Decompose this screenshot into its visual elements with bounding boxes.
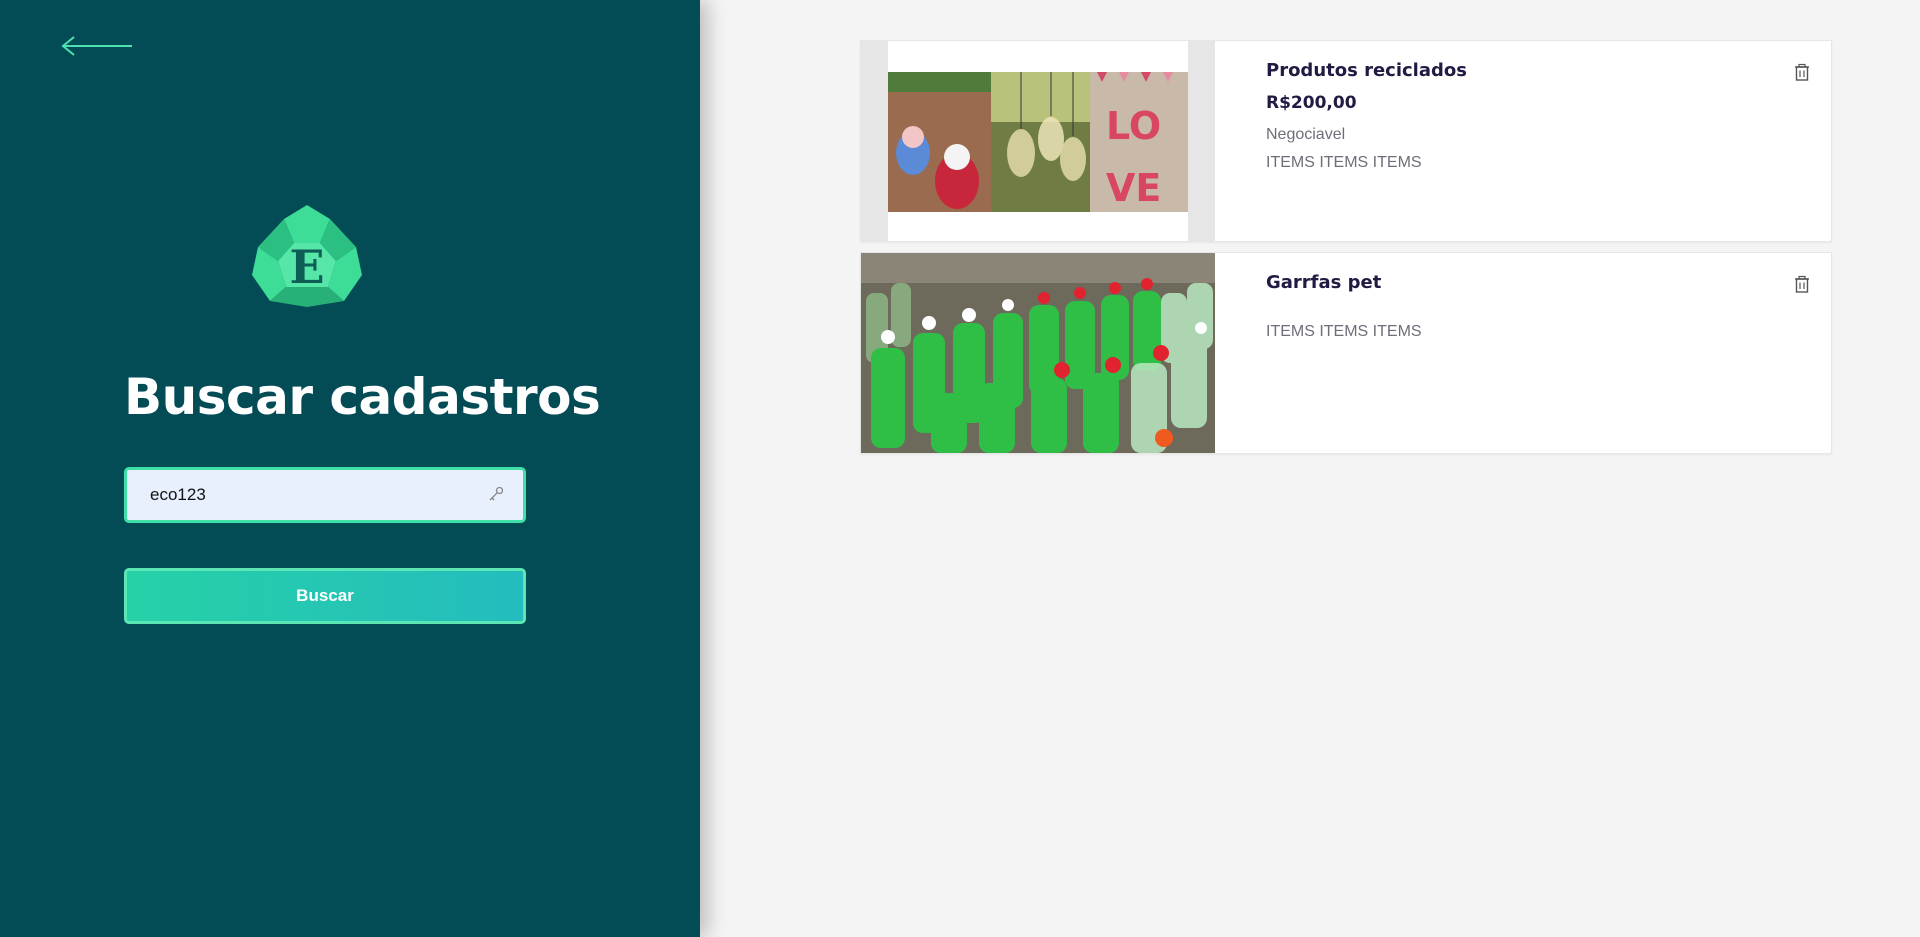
page-title: Buscar cadastros: [124, 368, 601, 426]
trash-icon[interactable]: [1793, 275, 1811, 295]
svg-text:LO: LO: [1106, 104, 1161, 148]
product-items: ITEMS ITEMS ITEMS: [1266, 154, 1422, 171]
product-image: [861, 253, 1215, 453]
recycle-e-logo: E: [252, 205, 362, 307]
key-icon: [489, 486, 504, 501]
svg-text:VE: VE: [1106, 166, 1161, 210]
product-image: LO VE: [861, 41, 1215, 241]
key-field[interactable]: [124, 467, 526, 523]
sidebar-panel: E Buscar cadastros Buscar: [0, 0, 700, 937]
product-name: Garrfas pet: [1266, 272, 1382, 293]
product-name: Produtos reciclados: [1266, 60, 1467, 81]
svg-text:E: E: [289, 240, 324, 294]
product-items: ITEMS ITEMS ITEMS: [1266, 323, 1422, 340]
arrow-left-icon[interactable]: [58, 30, 136, 62]
result-card[interactable]: LO VE Produtos reciclados R$200,00 Negoc…: [860, 40, 1832, 242]
negotiable-label: Negociavel: [1266, 126, 1346, 143]
search-button[interactable]: Buscar: [124, 568, 526, 624]
trash-icon[interactable]: [1793, 63, 1811, 83]
product-price: R$200,00: [1266, 93, 1357, 113]
result-card[interactable]: Garrfas pet ITEMS ITEMS ITEMS: [860, 252, 1832, 454]
results-list: LO VE Produtos reciclados R$200,00 Negoc…: [860, 40, 1832, 464]
key-input[interactable]: [150, 470, 470, 520]
